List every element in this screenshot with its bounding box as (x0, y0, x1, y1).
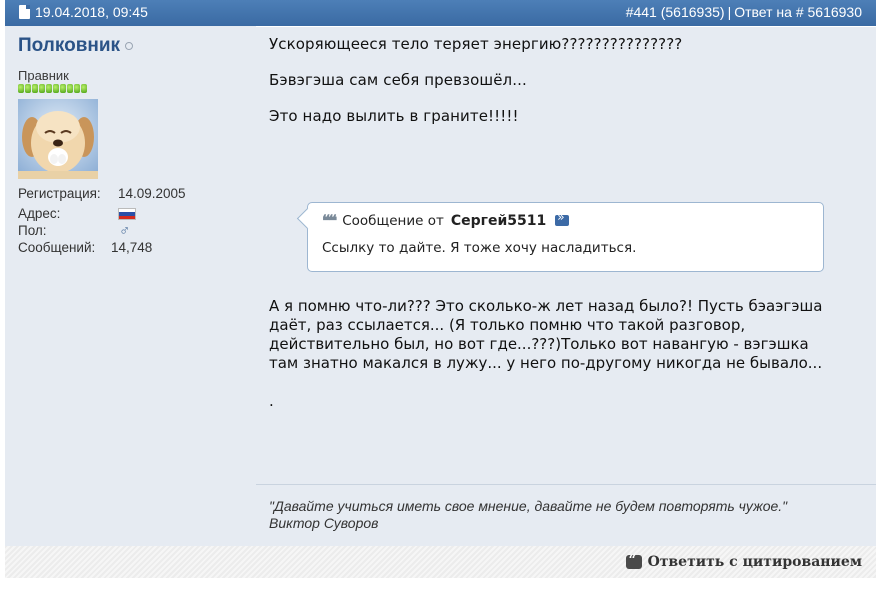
quote-author: Сергей5511 (450, 212, 547, 229)
registration-row: Регистрация: 14.09.2005 (18, 186, 186, 201)
reputation-pip-icon (46, 84, 52, 93)
gender-label: Пол: (18, 223, 47, 238)
post-date-text: 19.04.2018, 09:45 (35, 4, 148, 20)
username-text[interactable]: Полковник (18, 35, 120, 57)
quote-header: ❝❝ Сообщение от Сергей5511 (322, 210, 570, 230)
quote-prefix: Сообщение от (342, 212, 444, 229)
forum-post: 19.04.2018, 09:45 #441 (5616935) | Ответ н… (5, 0, 876, 578)
reputation-pip-icon (67, 84, 73, 93)
registration-label: Регистрация: (18, 186, 101, 201)
message-line: Это надо вылить в граните!!!!! (269, 107, 519, 125)
message-paragraph: А я помню что-ли??? Это сколько-ж лет на… (269, 297, 869, 411)
reply-with-quote-label: Ответить с цитированием (647, 554, 862, 570)
address-row: Адрес: (18, 206, 136, 221)
user-title: Правник (18, 68, 69, 83)
signature-quote: "Давайте учиться иметь свое мнение, дава… (269, 498, 788, 514)
post-number-link[interactable]: #441 (5616935) (626, 4, 725, 20)
quote-text: Ссылку то дайте. Я тоже хочу насладиться… (322, 240, 637, 256)
reputation-bar (18, 84, 87, 93)
gender-row: Пол: ♂ (18, 222, 130, 239)
messages-label: Сообщений: (18, 240, 96, 255)
user-info-panel: Полковник Правник Регистрация: 14.09.200… (5, 26, 256, 546)
reply-with-quote-button[interactable]: Ответить с цитированием (625, 553, 862, 570)
reputation-pip-icon (32, 84, 38, 93)
messages-row: Сообщений: 14,748 (18, 240, 152, 255)
reputation-pip-icon (18, 84, 24, 93)
male-gender-icon: ♂ (119, 222, 131, 239)
address-label: Адрес: (18, 206, 61, 221)
reputation-pip-icon (39, 84, 45, 93)
paragraph-line: действительно был, но вот где...???)Толь… (269, 335, 809, 353)
russia-flag-icon (118, 208, 136, 220)
post-footer: Ответить с цитированием (5, 546, 876, 578)
paragraph-line: А я помню что-ли??? Это сколько-ж лет на… (269, 297, 823, 315)
reply-to-link[interactable]: Ответ на # 5616930 (734, 4, 862, 20)
reputation-pip-icon (81, 84, 87, 93)
reputation-pip-icon (53, 84, 59, 93)
avatar[interactable] (18, 99, 98, 179)
view-post-icon[interactable] (555, 210, 570, 226)
reputation-pip-icon (25, 84, 31, 93)
quote-icon: ❝❝ (322, 211, 337, 230)
paragraph-line: даёт, раз ссылается... (Я только помню ч… (269, 316, 746, 334)
reputation-pip-icon (74, 84, 80, 93)
username-link[interactable]: Полковник (18, 35, 134, 57)
signature-author: Виктор Суворов (269, 515, 379, 531)
message-line: Бэвэгэша сам себя превзошёл... (269, 71, 527, 89)
post-number-area: #441 (5616935) | Ответ на # 5616930 (626, 4, 862, 20)
offline-status-icon (125, 42, 134, 50)
reputation-pip-icon (60, 84, 66, 93)
quote-bubble-icon (625, 553, 642, 569)
quote-block: ❝❝ Сообщение от Сергей5511 Ссылку то дай… (307, 202, 824, 272)
paragraph-tail: . (269, 392, 274, 410)
messages-count: 14,748 (111, 240, 153, 255)
post-body: Ускоряющееся тело теряет энергию????????… (256, 26, 876, 484)
post-header: 19.04.2018, 09:45 #441 (5616935) | Ответ н… (5, 0, 876, 26)
puppy-avatar-image (18, 99, 98, 179)
signature: "Давайте учиться иметь свое мнение, дава… (256, 484, 876, 546)
registration-value: 14.09.2005 (118, 186, 186, 201)
post-number-separator: | (727, 4, 732, 20)
message-line: Ускоряющееся тело теряет энергию????????… (269, 35, 683, 53)
post-date: 19.04.2018, 09:45 (19, 4, 148, 20)
document-icon (19, 5, 30, 19)
paragraph-line: там знатно макался в лужу... у него по-д… (269, 354, 823, 372)
